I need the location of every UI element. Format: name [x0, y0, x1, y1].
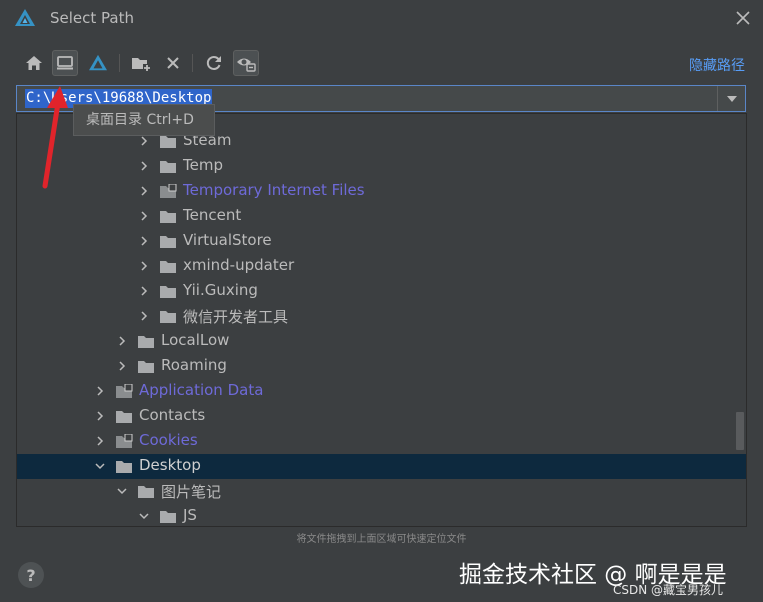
- chevron-right-icon[interactable]: [139, 236, 149, 246]
- desktop-icon: [57, 56, 73, 70]
- tree-row-label: Desktop: [139, 456, 201, 474]
- close-icon[interactable]: [733, 8, 753, 28]
- tree-row-label: LocalLow: [161, 331, 230, 349]
- delete-button[interactable]: [160, 50, 186, 76]
- chevron-right-icon[interactable]: [139, 261, 149, 271]
- folder-icon: [138, 336, 154, 348]
- toolbar-separator: [119, 54, 120, 72]
- vertical-scrollbar[interactable]: [736, 412, 744, 450]
- folder-link-icon: [160, 184, 177, 198]
- tree-row[interactable]: xmind-updater: [17, 254, 746, 279]
- home-button[interactable]: [21, 50, 47, 76]
- chevron-right-icon[interactable]: [95, 386, 105, 396]
- project-button[interactable]: [85, 50, 111, 76]
- tree-row[interactable]: Cookies: [17, 429, 746, 454]
- chevron-right-icon[interactable]: [139, 211, 149, 221]
- tree-row[interactable]: Roaming: [17, 354, 746, 379]
- chevron-right-icon[interactable]: [117, 336, 127, 346]
- tree-row[interactable]: 微信开发者工具: [17, 304, 746, 329]
- eye-hidden-icon: [237, 58, 256, 72]
- toolbar-separator: [192, 54, 193, 72]
- watermark-sub: CSDN @藏宝男孩儿: [613, 583, 724, 597]
- tree-row-label: Cookies: [139, 431, 198, 449]
- tree-row-label: JS: [183, 506, 197, 524]
- chevron-down-icon[interactable]: [139, 511, 149, 521]
- chevron-down-icon[interactable]: [95, 461, 105, 471]
- tree-row-label: Temp: [183, 156, 223, 174]
- tree-row[interactable]: Contacts: [17, 404, 746, 429]
- folder-icon: [160, 261, 176, 273]
- tree-row[interactable]: Tencent: [17, 204, 746, 229]
- title-bar: Select Path: [0, 0, 763, 36]
- tree-row-label: VirtualStore: [183, 231, 272, 249]
- chevron-down-icon[interactable]: [117, 486, 127, 496]
- chevron-right-icon[interactable]: [139, 286, 149, 296]
- tree-row-label: Contacts: [139, 406, 206, 424]
- app-logo-icon: [89, 54, 107, 71]
- tree-row-label: Temporary Internet Files: [183, 181, 365, 199]
- tree-row[interactable]: Application Data: [17, 379, 746, 404]
- folder-icon: [160, 511, 176, 523]
- tree-row[interactable]: Yii.Guxing: [17, 279, 746, 304]
- new-folder-button[interactable]: [128, 50, 154, 76]
- tree-row[interactable]: 图片笔记: [17, 479, 746, 504]
- chevron-right-icon[interactable]: [139, 186, 149, 196]
- refresh-button[interactable]: [201, 50, 227, 76]
- chevron-right-icon[interactable]: [117, 361, 127, 371]
- folder-icon: [138, 486, 154, 498]
- folder-icon: [116, 411, 132, 423]
- chevron-right-icon[interactable]: [139, 311, 149, 321]
- folder-icon: [116, 461, 132, 473]
- folder-icon: [160, 286, 176, 298]
- folder-icon: [160, 161, 176, 173]
- folder-link-icon: [116, 434, 133, 448]
- refresh-icon: [206, 56, 221, 70]
- tooltip: 桌面目录 Ctrl+D: [73, 104, 215, 136]
- home-icon: [26, 56, 42, 70]
- app-logo-icon: [15, 9, 35, 26]
- tree-row[interactable]: LocalLow: [17, 329, 746, 354]
- tree-row[interactable]: Desktop: [17, 454, 746, 479]
- desktop-button[interactable]: [52, 50, 78, 76]
- tree-row[interactable]: JS: [17, 504, 746, 526]
- hide-path-link[interactable]: 隐藏路径: [689, 55, 745, 75]
- folder-icon: [160, 236, 176, 248]
- tree-row-label: xmind-updater: [183, 256, 295, 274]
- tree-row[interactable]: Temporary Internet Files: [17, 179, 746, 204]
- folder-icon: [160, 311, 176, 323]
- chevron-down-icon[interactable]: [725, 94, 739, 104]
- tree-row[interactable]: Temp: [17, 154, 746, 179]
- tree-row-label: Tencent: [183, 206, 242, 224]
- delete-icon: [167, 57, 179, 69]
- file-tree[interactable]: Steam Temp Temporary Internet Files Tencent…: [16, 113, 747, 527]
- new-folder-icon: [132, 58, 150, 71]
- show-hidden-button[interactable]: [233, 50, 259, 76]
- tree-row-label: Application Data: [139, 381, 264, 399]
- chevron-right-icon[interactable]: [95, 436, 105, 446]
- window-title: Select Path: [50, 9, 134, 27]
- tree-row[interactable]: VirtualStore: [17, 229, 746, 254]
- folder-icon: [138, 361, 154, 373]
- help-button[interactable]: ?: [18, 562, 44, 588]
- folder-link-icon: [116, 384, 133, 398]
- tree-row-label: 图片笔记: [161, 483, 222, 501]
- drag-hint: 将文件拖拽到上面区域可快速定位文件: [296, 534, 467, 545]
- chevron-right-icon[interactable]: [95, 411, 105, 421]
- tree-row-label: Yii.Guxing: [183, 281, 258, 299]
- tree-row-label: Roaming: [161, 356, 227, 374]
- chevron-right-icon[interactable]: [139, 161, 149, 171]
- folder-icon: [160, 211, 176, 223]
- chevron-right-icon[interactable]: [139, 136, 149, 146]
- tree-row-label: 微信开发者工具: [183, 308, 289, 326]
- folder-icon: [160, 136, 176, 148]
- dropdown-separator: [717, 86, 718, 111]
